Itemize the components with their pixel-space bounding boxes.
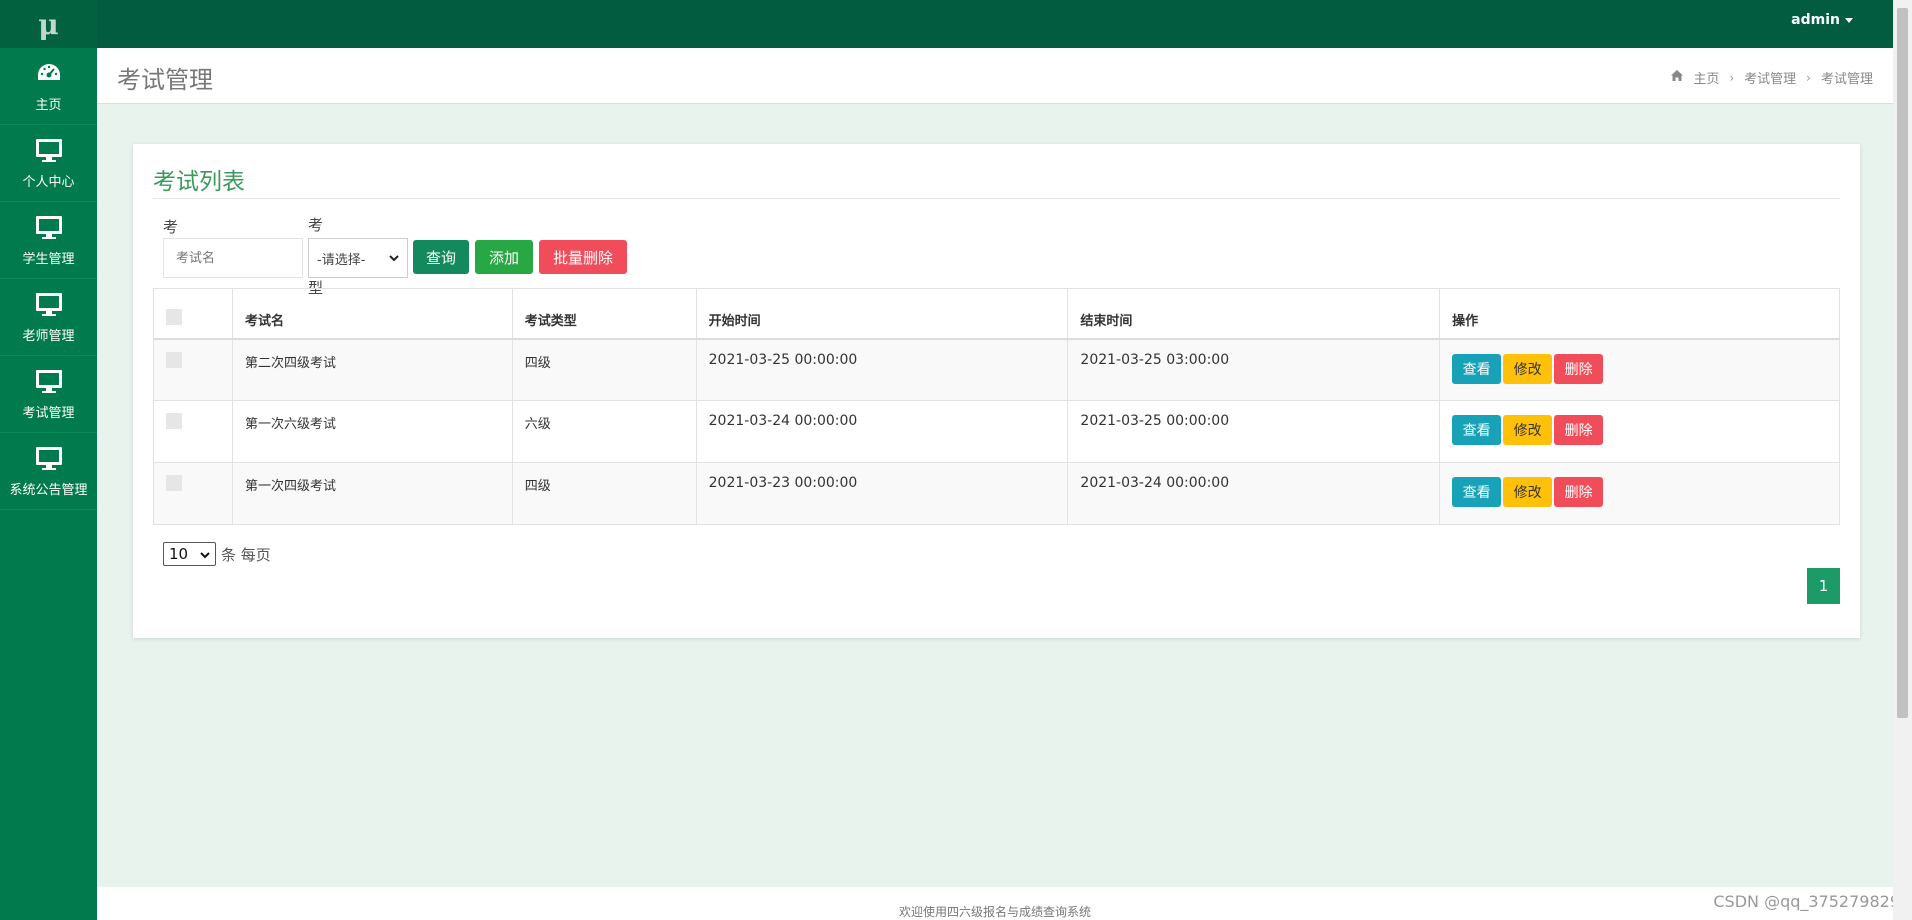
delete-button[interactable]: 删除 <box>1554 415 1604 445</box>
ops-cell: 查看 修改 删除 <box>1439 400 1840 463</box>
exam-type-select[interactable]: -请选择- <box>308 238 408 278</box>
exam-name-input[interactable] <box>163 238 303 278</box>
divider <box>153 198 1840 199</box>
add-button[interactable]: 添加 <box>475 240 533 274</box>
breadcrumb-home[interactable]: 主页 <box>1693 68 1719 87</box>
home-icon <box>1671 70 1684 85</box>
end-time-cell: 2021-03-25 00:00:00 <box>1067 400 1441 463</box>
monitor-icon <box>35 445 63 473</box>
sidebar-item-label: 学生管理 <box>22 251 75 267</box>
view-button[interactable]: 查看 <box>1452 353 1502 384</box>
logo: μ <box>0 0 97 48</box>
table-header-row: 考试名 考试类型 开始时间 结束时间 操作 <box>153 288 1840 340</box>
sidebar-item-home[interactable]: 主页 <box>0 48 97 125</box>
row-checkbox-cell <box>153 338 233 401</box>
row-checkbox-cell <box>153 400 233 463</box>
monitor-icon <box>35 291 63 319</box>
delete-button[interactable]: 删除 <box>1554 353 1604 384</box>
chevron-right-icon: › <box>1806 70 1811 85</box>
start-time-cell: 2021-03-23 00:00:00 <box>695 462 1069 525</box>
page-size-control: 10 条 每页 <box>163 542 271 566</box>
start-time-cell: 2021-03-25 00:00:00 <box>695 338 1069 401</box>
page-header: 考试管理 主页 › 考试管理 › 考试管理 <box>97 48 1893 104</box>
exam-name-cell: 第二次四级考试 <box>231 338 513 401</box>
per-page-label: 条 每页 <box>221 545 271 564</box>
dashboard-icon <box>35 60 63 88</box>
card-title: 考试列表 <box>153 169 245 195</box>
footer-text: 欢迎使用四六级报名与成绩查询系统 <box>898 905 1091 919</box>
select-all-cell <box>153 288 233 340</box>
row-checkbox[interactable] <box>166 351 182 368</box>
page-size-select[interactable]: 10 <box>163 542 216 566</box>
monitor-icon <box>35 214 63 242</box>
exam-type-selected: -请选择- <box>317 252 366 268</box>
exam-type-cell: 四级 <box>511 462 697 525</box>
sidebar-item-label: 考试管理 <box>22 405 75 421</box>
page-size-value: 10 <box>169 545 189 563</box>
exam-list-card: 考试列表 考试名 考试类型 -请选择- 查询 添加 批量删除 考试名 <box>133 144 1860 638</box>
column-header: 操作 <box>1439 288 1840 340</box>
view-button[interactable]: 查看 <box>1452 477 1502 507</box>
user-name: admin <box>1791 12 1840 28</box>
column-header: 结束时间 <box>1067 288 1441 340</box>
user-menu[interactable]: admin <box>1791 12 1853 28</box>
start-time-cell: 2021-03-24 00:00:00 <box>695 400 1069 463</box>
end-time-cell: 2021-03-25 03:00:00 <box>1067 338 1441 401</box>
end-time-cell: 2021-03-24 00:00:00 <box>1067 462 1441 525</box>
sidebar-item-exams[interactable]: 考试管理 <box>0 356 97 433</box>
page-button-1[interactable]: 1 <box>1807 568 1840 604</box>
watermark: CSDN @qq_375279829 <box>1713 892 1900 911</box>
exam-table: 考试名 考试类型 开始时间 结束时间 操作 第二次四级考试 四级 2021-03… <box>153 288 1840 525</box>
view-button[interactable]: 查看 <box>1452 415 1502 445</box>
monitor-icon <box>35 137 63 165</box>
top-bar: admin <box>97 0 1893 48</box>
select-all-checkbox[interactable] <box>166 309 182 326</box>
chevron-down-icon <box>389 251 399 266</box>
ops-cell: 查看 修改 删除 <box>1439 462 1840 525</box>
sidebar-item-label: 主页 <box>35 97 62 113</box>
exam-type-cell: 六级 <box>511 400 697 463</box>
sidebar-item-teachers[interactable]: 老师管理 <box>0 279 97 356</box>
search-button[interactable]: 查询 <box>413 240 469 274</box>
batch-delete-button[interactable]: 批量删除 <box>539 240 627 274</box>
breadcrumb-current: 考试管理 <box>1820 72 1873 87</box>
exam-name-cell: 第一次六级考试 <box>231 400 513 463</box>
row-checkbox[interactable] <box>166 475 182 491</box>
edit-button[interactable]: 修改 <box>1503 477 1553 507</box>
edit-button[interactable]: 修改 <box>1503 353 1553 384</box>
ops-cell: 查看 修改 删除 <box>1439 338 1840 401</box>
caret-down-icon <box>1845 17 1853 23</box>
sidebar: μ 主页 个人中心 学生管理 老师管理 考试管理 系统公告管理 <box>0 0 97 920</box>
sidebar-item-label: 个人中心 <box>22 174 75 190</box>
sidebar-item-label: 系统公告管理 <box>9 482 88 498</box>
scrollbar[interactable] <box>1893 0 1912 920</box>
table-row: 第一次六级考试 六级 2021-03-24 00:00:00 2021-03-2… <box>153 400 1840 463</box>
scrollbar-thumb[interactable] <box>1897 8 1908 718</box>
chevron-right-icon: › <box>1729 70 1735 85</box>
delete-button[interactable]: 删除 <box>1554 477 1604 507</box>
sidebar-item-announcements[interactable]: 系统公告管理 <box>0 433 97 510</box>
column-header: 开始时间 <box>695 288 1069 340</box>
breadcrumb: 主页 › 考试管理 › 考试管理 <box>1671 68 1873 87</box>
exam-name-cell: 第一次四级考试 <box>231 462 513 525</box>
chevron-down-icon <box>200 545 210 563</box>
sidebar-item-students[interactable]: 学生管理 <box>0 202 97 279</box>
column-header: 考试名 <box>231 288 513 340</box>
row-checkbox[interactable] <box>166 413 182 429</box>
table-row: 第一次四级考试 四级 2021-03-23 00:00:00 2021-03-2… <box>153 462 1840 525</box>
edit-button[interactable]: 修改 <box>1503 415 1553 445</box>
monitor-icon <box>35 368 63 396</box>
sidebar-item-label: 老师管理 <box>22 328 75 344</box>
page-title: 考试管理 <box>117 66 213 94</box>
sidebar-item-personal[interactable]: 个人中心 <box>0 125 97 202</box>
row-checkbox-cell <box>153 462 233 525</box>
table-row: 第二次四级考试 四级 2021-03-25 00:00:00 2021-03-2… <box>153 338 1840 401</box>
breadcrumb-item[interactable]: 考试管理 <box>1744 68 1796 87</box>
exam-type-cell: 四级 <box>511 338 697 401</box>
footer: 欢迎使用四六级报名与成绩查询系统 <box>97 887 1893 920</box>
column-header: 考试类型 <box>511 288 697 340</box>
